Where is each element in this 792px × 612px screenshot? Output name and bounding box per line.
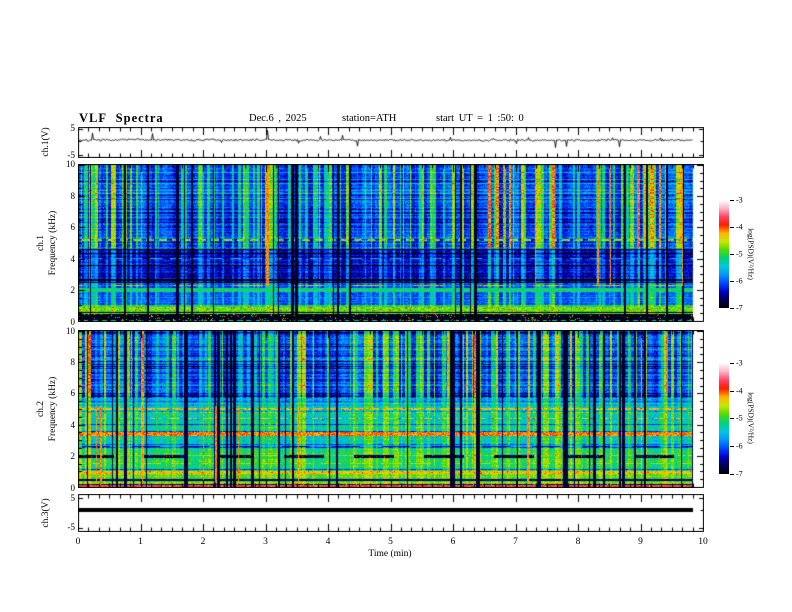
ytick-label: 5 (70, 122, 76, 133)
ch2-spectrogram-plot (78, 330, 704, 488)
ch2-spec-ylabel-channel: ch.2 (36, 400, 46, 418)
ytick-label: 2 (70, 451, 76, 462)
ytick-label: 6 (70, 222, 76, 233)
colorbar-tick (730, 227, 734, 228)
ch3-waveform-plot (78, 494, 704, 532)
ytick-label: 8 (70, 190, 76, 201)
ch1-waveform-plot (78, 127, 704, 158)
colorbar-ch1 (719, 200, 729, 308)
colorbar-tick-label: -7 (736, 303, 743, 313)
ytick-label: 2 (70, 285, 76, 296)
ch1-spec-ylabel-channel: ch.1 (36, 234, 46, 252)
start-ut-label: start UT = 1 :50: 0 (436, 113, 524, 124)
xtick-label: 9 (638, 537, 643, 547)
colorbar-tick (730, 391, 734, 392)
vlf-spectra-screenshot: VLF Spectra Dec.6 , 2025 station=ATH sta… (0, 0, 792, 612)
xtick-label: 10 (698, 537, 708, 547)
ytick-label: 4 (70, 253, 76, 264)
colorbar-tick (730, 200, 734, 201)
colorbar-tick-label: -6 (736, 276, 743, 286)
colorbar-tick (730, 254, 734, 255)
ytick-label: 0 (70, 482, 76, 493)
colorbar-ch2 (719, 363, 729, 474)
colorbar-axis-label: log(PSD)(V²/Hz) (746, 392, 756, 444)
ch3-wave-ylabel: ch.3(V) (41, 498, 51, 528)
colorbar-tick-label: -4 (736, 386, 743, 396)
station-label: station=ATH (342, 113, 397, 124)
ytick-label: 6 (70, 388, 76, 399)
xtick-label: 7 (513, 537, 518, 547)
date-label: Dec.6 , 2025 (249, 113, 307, 124)
xtick-label: 5 (388, 537, 393, 547)
xtick-label: 2 (200, 537, 206, 547)
xtick-label: 3 (263, 537, 268, 547)
page-title: VLF Spectra (79, 111, 164, 125)
ytick-label: 5 (70, 493, 76, 503)
colorbar-tick-label: -7 (736, 469, 743, 479)
colorbar-tick-label: -4 (736, 222, 743, 232)
colorbar-tick-label: -3 (736, 358, 743, 368)
colorbar-axis-label: log(PSD)(V²/Hz) (746, 228, 756, 280)
colorbar-tick (730, 418, 734, 419)
ch1-spec-ylabel-frequency: Frequency (kHz) (48, 210, 58, 276)
ch1-wave-ylabel: ch.1(V) (41, 127, 51, 157)
ytick-label: 10 (66, 325, 75, 336)
colorbar-tick (730, 446, 734, 447)
xtick-label: 8 (575, 537, 581, 547)
xtick-label: 4 (325, 537, 331, 547)
colorbar-tick (730, 474, 734, 475)
colorbar-tick-label: -5 (736, 413, 743, 423)
colorbar-tick (730, 281, 734, 282)
xtick-label: 0 (75, 537, 81, 547)
xtick-label: 1 (138, 537, 143, 547)
colorbar-tick-label: -3 (736, 195, 743, 205)
colorbar-tick-label: -5 (736, 249, 743, 259)
x-axis-title: Time (min) (368, 549, 412, 559)
ch1-spectrogram-plot (78, 164, 704, 322)
ytick-label: 10 (66, 159, 75, 169)
xtick-label: 6 (450, 537, 456, 547)
colorbar-tick-label: -6 (736, 441, 743, 451)
ch2-spec-ylabel-frequency: Frequency (kHz) (48, 376, 58, 442)
ytick-label: -5 (67, 522, 76, 532)
ytick-label: 4 (70, 419, 76, 430)
colorbar-tick (730, 308, 734, 309)
colorbar-tick (730, 363, 734, 364)
ytick-label: 8 (70, 356, 76, 367)
